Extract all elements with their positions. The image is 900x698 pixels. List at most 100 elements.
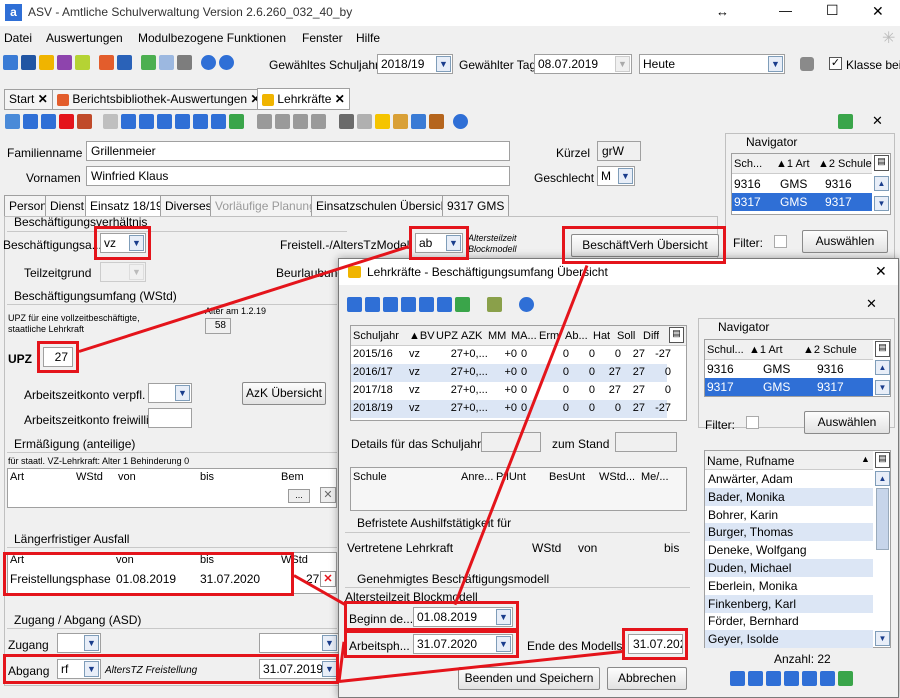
col-schule[interactable]: Schule: [353, 471, 387, 483]
monitor-icon[interactable]: [57, 55, 72, 70]
new-icon[interactable]: [5, 114, 20, 129]
filter-checkbox[interactable]: [774, 235, 787, 248]
col-art[interactable]: Art: [10, 471, 24, 483]
prev-icon[interactable]: [766, 671, 781, 686]
prev-page-icon[interactable]: [748, 671, 763, 686]
next-page-icon[interactable]: [802, 671, 817, 686]
resize-icon[interactable]: ↔: [716, 4, 729, 19]
abgang-select[interactable]: rf ▼: [57, 659, 101, 679]
col-erm[interactable]: Erm: [539, 330, 559, 342]
list-item[interactable]: 9316 GMS 9316: [732, 175, 872, 193]
column-chooser-icon[interactable]: ▤: [874, 155, 889, 171]
col-bis[interactable]: bis: [200, 554, 214, 566]
teilzeitgrund-select[interactable]: ▼: [100, 262, 146, 282]
copy-icon[interactable]: [103, 114, 118, 129]
abgang-datum[interactable]: 31.07.2019 ▼: [259, 659, 339, 679]
next-icon[interactable]: [784, 671, 799, 686]
dialog-filter-checkbox[interactable]: [746, 416, 759, 429]
dialog-navigator-table[interactable]: Schul... ▲1 Art ▲2 Schule ▤ 9316 GMS 931…: [704, 339, 891, 397]
umfang-table[interactable]: Schuljahr ▲BV UPZ AZK MM MA... Erm Ab...…: [350, 325, 687, 421]
abbrechen-button[interactable]: Abbrechen: [607, 667, 687, 690]
navigator-table[interactable]: Sch... ▲1 Art ▲2 Schule ▤ 9316 GMS 9316 …: [731, 153, 891, 215]
chevron-down-icon[interactable]: ▼: [129, 264, 144, 280]
refresh-icon[interactable]: [455, 297, 470, 312]
col-azk[interactable]: AZK: [461, 330, 482, 342]
col-schule[interactable]: ▲2 Schule: [818, 158, 872, 170]
zugang-datum[interactable]: ▼: [259, 633, 339, 653]
beschaeftigungsart-select[interactable]: vz ▼: [100, 233, 146, 253]
undo-icon[interactable]: [257, 114, 272, 129]
col-von[interactable]: von: [118, 471, 136, 483]
report-icon[interactable]: [99, 55, 114, 70]
minimize-button[interactable]: —: [779, 3, 792, 18]
menu-datei[interactable]: Datei: [4, 31, 32, 45]
beginn-select[interactable]: 01.08.2019 ▼: [413, 607, 513, 627]
col-von[interactable]: von: [116, 554, 134, 566]
col-me[interactable]: Me/...: [641, 471, 669, 483]
col-besunt[interactable]: BesUnt: [549, 471, 585, 483]
chevron-down-icon[interactable]: ▼: [84, 661, 99, 677]
vornamen-field[interactable]: Winfried Klaus: [86, 166, 510, 186]
next-page-icon[interactable]: [193, 114, 208, 129]
arbeitsph-select[interactable]: 31.07.2020 ▼: [413, 634, 513, 654]
col-sch[interactable]: Sch...: [734, 158, 762, 170]
col-bv[interactable]: ▲BV: [409, 330, 435, 342]
delete-row-icon[interactable]: ✕: [320, 571, 336, 587]
scrollbar-thumb[interactable]: [876, 488, 889, 550]
klasse-checkbox[interactable]: ✓: [829, 57, 842, 70]
col-art[interactable]: Art: [10, 554, 24, 566]
subtab-dienst[interactable]: Dienst: [45, 195, 90, 217]
beschaeftverh-uebersicht-button[interactable]: BeschäftVerh Übersicht: [571, 234, 719, 257]
col-hat[interactable]: Hat: [593, 330, 610, 342]
doc-tab-berichte[interactable]: Berichtsbibliothek-Auswertungen ✕: [52, 89, 266, 110]
save-icon[interactable]: [23, 114, 38, 129]
col-upz[interactable]: UPZ: [436, 330, 458, 342]
paste2-icon[interactable]: [311, 114, 326, 129]
list-item[interactable]: Geyer, Isolde: [705, 630, 873, 649]
last-icon[interactable]: [211, 114, 226, 129]
window-icon[interactable]: [159, 55, 174, 70]
dialog-auswaehlen-button[interactable]: Auswählen: [804, 411, 890, 434]
subtab-planung[interactable]: Vorläufige Planung: [210, 195, 321, 217]
col-wstd[interactable]: WStd...: [599, 471, 635, 483]
teacher-list[interactable]: Name, Rufname ▲ ▤ Anwärter, Adam Bader, M…: [704, 450, 891, 649]
chevron-down-icon[interactable]: ▼: [436, 56, 451, 72]
view-icon[interactable]: [357, 114, 372, 129]
subtab-9317[interactable]: 9317 GMS: [442, 195, 510, 217]
refresh-icon[interactable]: [838, 671, 853, 686]
subtab-einsatz[interactable]: Einsatz 18/19: [85, 195, 168, 217]
people-icon[interactable]: [3, 55, 18, 70]
col-mm[interactable]: MM: [488, 330, 506, 342]
lock-icon[interactable]: [800, 57, 814, 71]
close-icon[interactable]: ✕: [872, 113, 883, 129]
delete-row-icon[interactable]: ✕: [320, 487, 336, 503]
prev-icon[interactable]: [157, 114, 172, 129]
zugang-select[interactable]: ▼: [57, 633, 101, 653]
edit-icon[interactable]: [77, 114, 92, 129]
menu-fenster[interactable]: Fenster: [302, 31, 343, 45]
table-row[interactable]: Freistellungsphase 01.08.2019 31.07.2020…: [8, 569, 319, 589]
scroll-up-icon[interactable]: ▲: [874, 176, 889, 191]
help-icon[interactable]: [453, 114, 468, 129]
message-icon[interactable]: [75, 55, 90, 70]
list-item[interactable]: Bohrer, Karin: [705, 506, 873, 524]
scroll-down-icon[interactable]: ▼: [875, 380, 890, 395]
col-wstd[interactable]: WStd: [281, 554, 308, 566]
list-item[interactable]: Finkenberg, Karl: [705, 594, 873, 613]
azk-verpfl-select[interactable]: ▼: [148, 383, 192, 403]
list-item[interactable]: Bader, Monika: [705, 487, 873, 506]
refresh-icon[interactable]: [229, 114, 244, 129]
col-ab[interactable]: Ab...: [565, 330, 588, 342]
refresh-icon[interactable]: [838, 114, 853, 129]
chevron-down-icon[interactable]: ▼: [84, 635, 99, 651]
col-bis[interactable]: bis: [200, 471, 214, 483]
col-ma[interactable]: MA...: [511, 330, 537, 342]
chevron-down-icon[interactable]: ▼: [175, 385, 190, 401]
flash-icon[interactable]: [177, 55, 192, 70]
list-item[interactable]: Anwärter, Adam: [705, 470, 873, 488]
menu-modulbezogene-funktionen[interactable]: Modulbezogene Funktionen: [138, 31, 286, 45]
info-icon[interactable]: [201, 55, 216, 70]
bulb-icon[interactable]: [375, 114, 390, 129]
menu-hilfe[interactable]: Hilfe: [356, 31, 380, 45]
ausfall-table[interactable]: Art von bis WStd Freistellungsphase 01.0…: [7, 552, 337, 594]
